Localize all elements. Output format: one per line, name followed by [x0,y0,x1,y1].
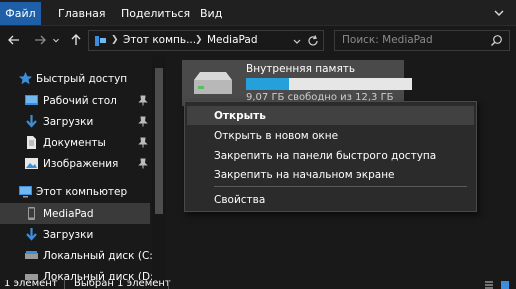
sidebar-item-label: Этот компьютер [36,185,128,198]
sidebar-item-label: Документы [43,136,106,149]
status-selected-count: Выбран 1 элемент [74,280,171,289]
back-arrow-icon[interactable] [4,30,24,50]
menu-separator [214,186,467,187]
sidebar-item-desktop[interactable]: Рабочий стол [0,90,150,111]
navigation-pane-scrollbar[interactable] [152,54,166,280]
address-bar[interactable]: ❯ Этот компь... ❯ MediaPad [88,30,324,51]
status-item-count: 1 элемент [4,280,58,289]
large-icons-view-icon[interactable] [500,280,510,289]
sidebar-item-label: Локальный диск (D:) [43,270,152,281]
navigation-bar: ❯ Этот компь... ❯ MediaPad Поиск: MediaP… [0,26,516,54]
up-arrow-icon[interactable] [66,30,86,50]
ribbon: Файл Главная Поделиться Вид [0,0,516,26]
forward-arrow-icon[interactable] [30,30,50,50]
quick-access-label: Быстрый доступ [36,72,128,85]
menu-item-open-new-window[interactable]: Открыть в новом окне [187,126,474,145]
status-divider [168,280,169,289]
sidebar-item-mediapad[interactable]: MediaPad [0,203,150,224]
phone-device-icon [28,207,35,220]
storage-drive-icon [194,72,232,94]
storage-usage-bar [246,78,412,90]
tab-share[interactable]: Поделиться [121,2,190,25]
menu-item-properties[interactable]: Свойства [187,190,474,209]
pin-icon[interactable] [138,95,148,106]
scrollbar-thumb[interactable] [155,68,163,214]
search-icon[interactable] [490,34,503,47]
sidebar-item-this-pc[interactable]: Этот компьютер [0,181,150,202]
sidebar-item-documents[interactable]: Документы [0,132,150,153]
disk-drive-icon [25,274,38,280]
refresh-icon[interactable] [306,34,320,48]
sidebar-item-label: Локальный диск (C:) [43,249,152,262]
quick-access-item[interactable]: Быстрый доступ [0,68,150,89]
sidebar-item-disk-c[interactable]: Локальный диск (C:) [0,245,152,266]
sidebar-item-label: Загрузки [43,115,94,128]
download-arrow-icon [26,228,37,241]
recent-dropdown-chevron-icon[interactable] [50,30,62,50]
sidebar-item-label: MediaPad [43,207,94,220]
status-bar: 1 элемент Выбран 1 элемент [0,280,516,289]
details-view-icon[interactable] [484,280,494,289]
pin-icon[interactable] [138,116,148,127]
this-pc-icon [95,36,106,46]
download-arrow-icon [26,115,37,128]
pictures-icon [25,158,38,169]
sidebar-item-disk-d[interactable]: Локальный диск (D:) [0,266,152,281]
menu-item-pin-quick-access[interactable]: Закрепить на панели быстрого доступа [187,146,474,165]
disk-drive-icon [25,251,38,259]
search-placeholder: Поиск: MediaPad [342,34,433,46]
sidebar-item-label: Загрузки [43,228,94,241]
sidebar-item-pictures[interactable]: Изображения [0,153,150,174]
menu-item-pin-start[interactable]: Закрепить на начальном экране [187,165,474,184]
search-input[interactable]: Поиск: MediaPad [334,30,510,51]
tab-file[interactable]: Файл [0,2,41,25]
document-icon [27,136,36,149]
pin-icon[interactable] [138,137,148,148]
breadcrumb-this-pc[interactable]: Этот компь... [123,34,196,46]
tab-view[interactable]: Вид [200,2,222,25]
menu-item-open[interactable]: Открыть [187,106,474,125]
breadcrumb-separator-icon: ❯ [111,35,119,45]
sidebar-item-downloads[interactable]: Загрузки [0,111,150,132]
storage-usage-fill [246,78,290,90]
pin-icon[interactable] [138,158,148,169]
internal-storage-tile[interactable]: Внутренняя память 9,07 ГБ свободно из 12… [182,60,412,106]
sidebar-item-pc-downloads[interactable]: Загрузки [0,224,150,245]
context-menu: Открыть Открыть в новом окне Закрепить н… [184,101,477,212]
storage-name: Внутренняя память [246,63,356,75]
address-dropdown-chevron-icon[interactable] [291,35,303,47]
desktop-icon [25,95,38,105]
sidebar-item-label: Рабочий стол [43,94,117,107]
status-divider [64,280,65,289]
breadcrumb-mediapad[interactable]: MediaPad [207,34,258,46]
navigation-pane: Быстрый доступ Рабочий стол Загрузки Док… [0,54,152,280]
expand-ribbon-chevron-icon[interactable] [490,4,508,22]
sidebar-item-label: Изображения [43,157,119,170]
star-icon [19,72,32,85]
tab-home[interactable]: Главная [58,2,106,25]
computer-icon [19,186,32,198]
breadcrumb-separator-icon: ❯ [195,35,203,45]
